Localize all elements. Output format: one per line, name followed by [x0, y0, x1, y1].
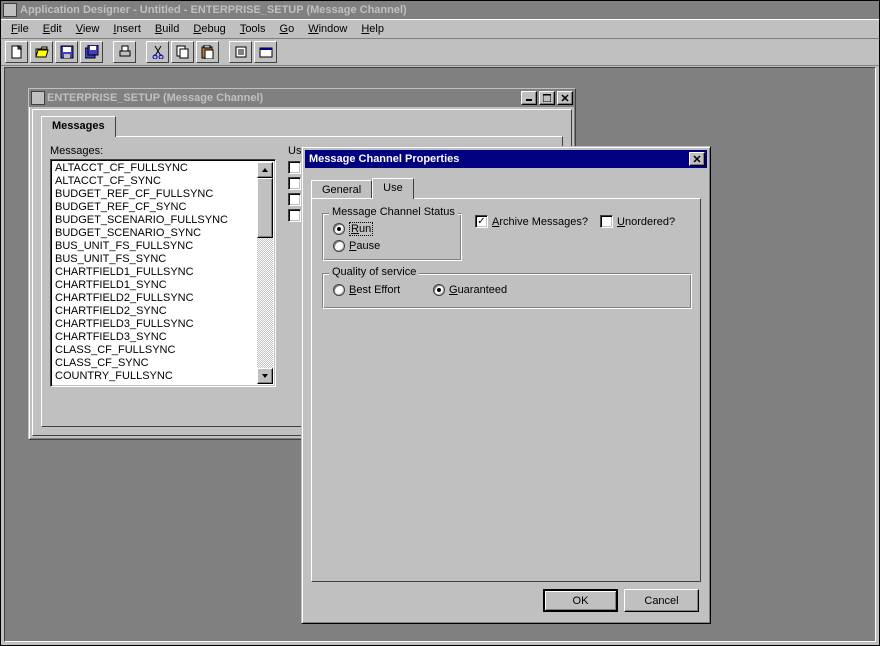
menu-file[interactable]: File: [5, 21, 35, 37]
messages-scrollbar[interactable]: [257, 162, 273, 384]
dialog-tabstrip: General Use: [311, 178, 414, 199]
properties-dialog: Message Channel Properties General Use M…: [301, 146, 711, 624]
dialog-close-button[interactable]: [689, 152, 705, 166]
tb-saveall-icon[interactable]: [80, 41, 103, 63]
menu-go[interactable]: Go: [274, 21, 301, 37]
list-item[interactable]: CHARTFIELD1_SYNC: [53, 279, 257, 292]
tab-general[interactable]: General: [311, 180, 372, 199]
radio-guaranteed[interactable]: Guaranteed: [433, 284, 507, 296]
radio-run-circle: [333, 223, 345, 235]
child-tabstrip: Messages: [41, 116, 116, 137]
radio-run[interactable]: Run: [333, 222, 373, 236]
qos-legend: Quality of service: [329, 266, 419, 278]
list-item[interactable]: BUS_UNIT_FS_SYNC: [53, 253, 257, 266]
list-item[interactable]: CHARTFIELD3_SYNC: [53, 331, 257, 344]
list-item[interactable]: ALTACCT_CF_SYNC: [53, 175, 257, 188]
archive-checkbox[interactable]: ✓: [475, 215, 488, 228]
main-titlebar: Application Designer - Untitled - ENTERP…: [1, 1, 879, 19]
tb-props-icon[interactable]: [229, 41, 252, 63]
ok-button[interactable]: OK: [543, 589, 618, 612]
list-item[interactable]: BUDGET_REF_CF_FULLSYNC: [53, 188, 257, 201]
app-icon: [3, 3, 17, 17]
child-titlebar: ENTERPRISE_SETUP (Message Channel): [29, 89, 575, 107]
list-item[interactable]: BUDGET_REF_CF_SYNC: [53, 201, 257, 214]
menu-insert[interactable]: Insert: [107, 21, 147, 37]
list-item[interactable]: CHARTFIELD2_SYNC: [53, 305, 257, 318]
scroll-down-button[interactable]: [257, 368, 273, 384]
archive-checkbox-row[interactable]: ✓ Archive Messages?: [475, 215, 588, 228]
menu-window[interactable]: Window: [302, 21, 353, 37]
tb-paste-icon[interactable]: [196, 41, 219, 63]
tab-use[interactable]: Use: [372, 178, 414, 199]
tb-new-icon[interactable]: [5, 41, 28, 63]
unordered-checkbox[interactable]: [600, 215, 613, 228]
close-button[interactable]: [557, 91, 573, 105]
list-item[interactable]: CLASS_CF_SYNC: [53, 357, 257, 370]
dialog-body: General Use Message Channel Status Run P…: [305, 170, 707, 620]
scroll-thumb[interactable]: [257, 178, 273, 238]
radio-best-effort[interactable]: Best Effort: [333, 284, 400, 296]
list-item[interactable]: CHARTFIELD2_FULLSYNC: [53, 292, 257, 305]
radio-best-effort-circle: [333, 284, 345, 296]
list-item[interactable]: BUS_UNIT_FS_FULLSYNC: [53, 240, 257, 253]
radio-pause[interactable]: Pause: [333, 240, 380, 252]
messages-list-content: ALTACCT_CF_FULLSYNCALTACCT_CF_SYNCBUDGET…: [53, 162, 257, 384]
tab-messages[interactable]: Messages: [41, 116, 116, 137]
status-groupbox: Message Channel Status Run Pause: [322, 213, 462, 261]
messages-listbox[interactable]: ALTACCT_CF_FULLSYNCALTACCT_CF_SYNCBUDGET…: [50, 159, 276, 387]
list-item[interactable]: CHARTFIELD1_FULLSYNC: [53, 266, 257, 279]
tb-cut-icon[interactable]: [146, 41, 169, 63]
menu-build[interactable]: Build: [149, 21, 185, 37]
tb-save-icon[interactable]: [55, 41, 78, 63]
used-check-4[interactable]: [288, 209, 301, 222]
menu-help[interactable]: Help: [355, 21, 390, 37]
unordered-checkbox-row[interactable]: Unordered?: [600, 215, 675, 228]
tb-build-icon[interactable]: [254, 41, 277, 63]
dialog-title: Message Channel Properties: [309, 153, 687, 165]
messages-label: Messages:: [50, 145, 103, 157]
menu-tools[interactable]: Tools: [234, 21, 272, 37]
list-item[interactable]: CLASS_CF_FULLSYNC: [53, 344, 257, 357]
list-item[interactable]: ALTACCT_CF_FULLSYNC: [53, 162, 257, 175]
used-check-2[interactable]: [288, 177, 301, 190]
dialog-tabpanel: Message Channel Status Run Pause ✓ Archi…: [311, 198, 701, 582]
list-item[interactable]: CHARTFIELD3_FULLSYNC: [53, 318, 257, 331]
list-item[interactable]: COUNTRY_FULLSYNC: [53, 370, 257, 383]
list-item[interactable]: BUDGET_SCENARIO_SYNC: [53, 227, 257, 240]
radio-guaranteed-circle: [433, 284, 445, 296]
toolbar: [1, 38, 879, 66]
menubar: File Edit View Insert Build Debug Tools …: [1, 19, 879, 38]
minimize-button[interactable]: [521, 91, 537, 105]
cancel-button[interactable]: Cancel: [624, 589, 699, 612]
tb-open-icon[interactable]: [30, 41, 53, 63]
radio-pause-circle: [333, 240, 345, 252]
tb-copy-icon[interactable]: [171, 41, 194, 63]
main-title: Application Designer - Untitled - ENTERP…: [20, 4, 877, 16]
status-legend: Message Channel Status: [329, 206, 458, 218]
used-check-3[interactable]: [288, 193, 301, 206]
child-title: ENTERPRISE_SETUP (Message Channel): [47, 92, 519, 104]
menu-debug[interactable]: Debug: [187, 21, 231, 37]
child-icon: [31, 91, 45, 105]
tb-print-icon[interactable]: [113, 41, 136, 63]
list-item[interactable]: BUDGET_SCENARIO_FULLSYNC: [53, 214, 257, 227]
menu-edit[interactable]: Edit: [37, 21, 68, 37]
scroll-up-button[interactable]: [257, 162, 273, 178]
dialog-button-row: OK Cancel: [543, 589, 699, 612]
dialog-titlebar: Message Channel Properties: [305, 150, 707, 168]
menu-view[interactable]: View: [70, 21, 106, 37]
qos-groupbox: Quality of service Best Effort Guarantee…: [322, 273, 692, 309]
used-check-1[interactable]: [288, 161, 301, 174]
maximize-button[interactable]: [539, 91, 555, 105]
